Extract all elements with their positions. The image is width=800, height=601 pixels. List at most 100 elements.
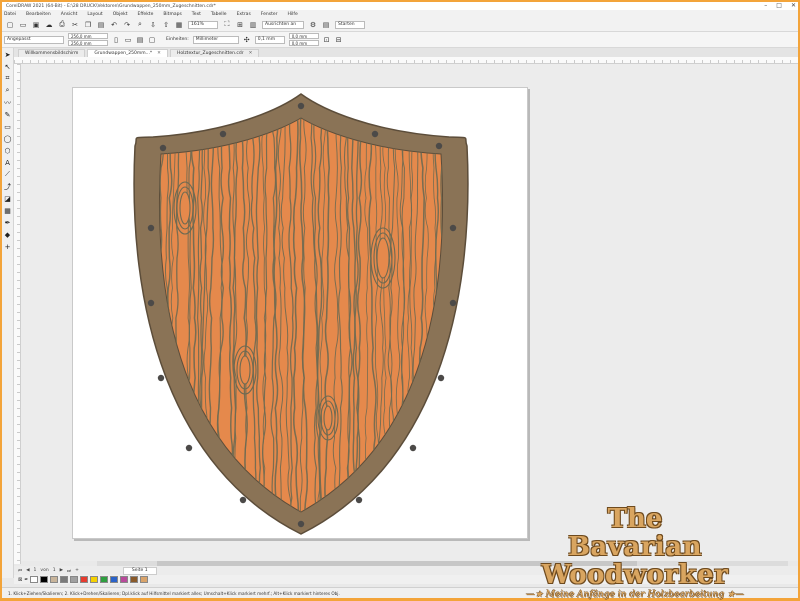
close-button[interactable]: ✕ (791, 2, 796, 9)
horizontal-ruler[interactable] (14, 57, 798, 64)
crop-tool-icon[interactable]: ⌗ (3, 74, 12, 83)
ellipse-tool-icon[interactable]: ◯ (3, 134, 12, 143)
last-page-icon[interactable]: ⏭ (67, 568, 71, 574)
tab-grundwappen-label: Grundwappen_250mm...* (94, 51, 153, 56)
save-icon[interactable]: ▣ (32, 21, 40, 29)
eyedropper-palette-icon[interactable]: ✒ (24, 577, 28, 583)
menu-objekt[interactable]: Objekt (113, 12, 128, 17)
minimize-button[interactable]: – (764, 2, 767, 9)
interactive-fill-icon[interactable]: ◆ (3, 230, 12, 239)
export-icon[interactable]: ⇧ (162, 21, 170, 29)
drop-shadow-icon[interactable]: ◪ (3, 194, 12, 203)
menu-hilfe[interactable]: Hilfe (288, 12, 298, 17)
import-icon[interactable]: ⇩ (149, 21, 157, 29)
menu-bearbeiten[interactable]: Bearbeiten (26, 12, 51, 17)
add-tool-icon[interactable]: + (3, 242, 12, 251)
duplicate-x-field[interactable]: 0,0 mm (288, 33, 319, 39)
gear-icon[interactable]: ⚙ (309, 21, 317, 29)
menu-extras[interactable]: Extras (237, 12, 251, 17)
pick-tool-icon[interactable]: ➤ (3, 50, 12, 59)
prev-page-icon[interactable]: ◀ (26, 568, 29, 573)
maximize-button[interactable]: □ (776, 2, 782, 9)
page-tab[interactable]: Seite 1 (122, 566, 157, 575)
first-page-icon[interactable]: ⏮ (18, 568, 22, 574)
undo-icon[interactable]: ↶ (110, 21, 118, 29)
all-pages-icon[interactable]: ▤ (136, 36, 144, 44)
freehand-tool-icon[interactable]: 〰 (3, 98, 12, 107)
menu-datei[interactable]: Datei (4, 12, 16, 17)
zoom-tool-icon[interactable]: ⌕ (3, 86, 12, 95)
duplicate-y-field[interactable]: 0,0 mm (288, 40, 319, 46)
add-page-icon[interactable]: + (75, 568, 79, 573)
cut-icon[interactable]: ✂ (71, 21, 79, 29)
menu-ansicht[interactable]: Ansicht (61, 12, 78, 17)
zoom-level-select[interactable]: 161% (188, 20, 218, 29)
next-page-icon[interactable]: ▶ (60, 568, 63, 573)
text-tool-icon[interactable]: A (3, 158, 12, 167)
menu-tabelle[interactable]: Tabelle (211, 12, 227, 17)
close-tab-icon[interactable]: ✕ (249, 51, 253, 56)
shape-tool-icon[interactable]: ↖ (3, 62, 12, 71)
rivet (409, 444, 417, 452)
snap-to-select[interactable]: Ausrichten an (262, 20, 304, 29)
page-preset-select[interactable]: Angepasst (4, 35, 64, 44)
palette-swatch[interactable] (130, 576, 139, 583)
property-bar: Angepasst 256,0 mm 256,0 mm ▯ ▭ ▤ ▢ Einh… (2, 32, 798, 48)
palette-swatch[interactable] (30, 576, 39, 583)
nudge-field[interactable]: 0,1 mm (254, 35, 285, 44)
page-width-field[interactable]: 256,0 mm (68, 33, 108, 39)
menu-effekte[interactable]: Effekte (137, 12, 153, 17)
palette-swatch[interactable] (70, 576, 79, 583)
palette-swatch[interactable] (40, 576, 49, 583)
landscape-icon[interactable]: ▭ (124, 36, 132, 44)
tab-grundwappen[interactable]: Grundwappen_250mm...* ✕ (87, 49, 168, 57)
shield-drawing[interactable] (73, 88, 529, 540)
artistic-media-icon[interactable]: ✎ (3, 110, 12, 119)
palette-swatch[interactable] (140, 576, 149, 583)
rulers-icon[interactable]: ⊞ (236, 21, 244, 29)
menu-text[interactable]: Text (192, 12, 201, 17)
cloud-icon[interactable]: ☁ (45, 21, 53, 29)
redo-icon[interactable]: ↷ (123, 21, 131, 29)
grid-icon[interactable]: ▥ (249, 21, 257, 29)
palette-swatch[interactable] (90, 576, 99, 583)
no-color-icon[interactable]: ⊠ (18, 577, 22, 583)
print-icon[interactable]: ⎙ (58, 20, 66, 29)
page-height-field[interactable]: 256,0 mm (68, 40, 108, 46)
drawing-canvas[interactable] (21, 64, 798, 561)
palette-swatch[interactable] (120, 576, 129, 583)
treat-as-filled-icon[interactable]: ⊡ (323, 36, 331, 44)
eyedropper-icon[interactable]: ✒ (3, 218, 12, 227)
palette-swatch[interactable] (60, 576, 69, 583)
portrait-icon[interactable]: ▯ (112, 36, 120, 44)
new-document-icon[interactable]: ▢ (6, 21, 14, 29)
tab-welcome[interactable]: Willkommensbildschirm (18, 49, 86, 57)
menu-fenster[interactable]: Fenster (261, 12, 278, 17)
launch-icon[interactable]: ▤ (322, 21, 330, 29)
open-folder-icon[interactable]: ▭ (19, 21, 27, 29)
fullscreen-icon[interactable]: ⛶ (223, 20, 231, 29)
rectangle-tool-icon[interactable]: ▭ (3, 122, 12, 131)
tab-holztextur[interactable]: Holztextur_Zugeschnitten.cdr ✕ (169, 49, 260, 57)
parallel-dimension-icon[interactable]: ⟋ (3, 170, 12, 179)
palette-swatch[interactable] (80, 576, 89, 583)
polygon-tool-icon[interactable]: ⬡ (3, 146, 12, 155)
palette-swatch[interactable] (100, 576, 109, 583)
palette-swatch[interactable] (50, 576, 59, 583)
bleed-icon[interactable]: ⊟ (335, 36, 343, 44)
connector-tool-icon[interactable]: ⤴ (3, 182, 12, 191)
current-page-icon[interactable]: ▢ (148, 36, 156, 44)
menu-bitmaps[interactable]: Bitmaps (163, 12, 181, 17)
launch-select[interactable]: Starten (335, 20, 365, 29)
menu-layout[interactable]: Layout (87, 12, 102, 17)
pdf-icon[interactable]: ▦ (175, 21, 183, 29)
vertical-ruler[interactable] (14, 64, 21, 564)
close-tab-icon[interactable]: ✕ (157, 51, 161, 56)
transparency-tool-icon[interactable]: ▦ (3, 206, 12, 215)
palette-swatch[interactable] (110, 576, 119, 583)
rivet (297, 520, 305, 528)
paste-icon[interactable]: ▤ (97, 21, 105, 29)
units-select[interactable]: Millimeter (192, 35, 239, 44)
copy-icon[interactable]: ❐ (84, 21, 92, 29)
search-icon[interactable]: ⌕ (136, 20, 144, 29)
